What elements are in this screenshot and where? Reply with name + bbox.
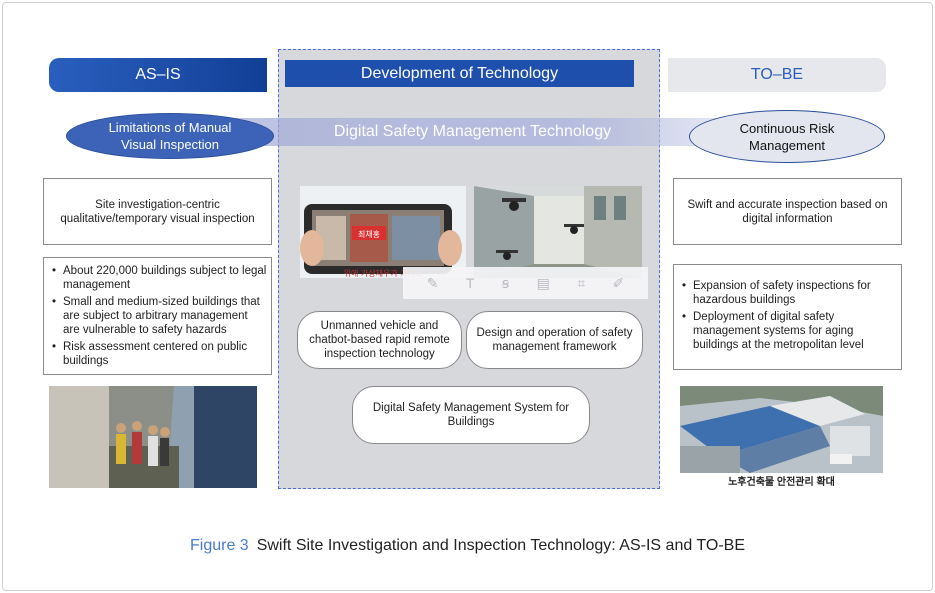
- continuous-risk-line-1: Continuous Risk: [739, 120, 835, 136]
- to-be-bullet-list: Expansion of safety inspections for haza…: [682, 279, 895, 352]
- to-be-header-label: TO–BE: [750, 66, 804, 83]
- as-is-summary-box: Site investigation-centric qualitative/t…: [43, 178, 272, 245]
- limitations-line-2: Visual Inspection: [120, 137, 220, 152]
- to-be-summary-box: Swift and accurate inspection based on d…: [673, 178, 902, 245]
- site-inspection-photo: [49, 386, 257, 488]
- figure-caption: Figure 3 Swift Site Investigation and Ins…: [0, 537, 935, 555]
- remote-inspection-pill: Unmanned vehicle and chatbot-based rapid…: [297, 311, 462, 369]
- as-is-header: AS–IS: [49, 58, 267, 92]
- as-is-bullets-box: About 220,000 buildings subject to legal…: [43, 257, 272, 375]
- development-header: Development of Technology: [285, 60, 634, 87]
- remote-inspection-text: Unmanned vehicle and chatbot-based rapid…: [309, 320, 450, 360]
- aging-buildings-photo: [680, 386, 883, 473]
- limitations-ellipse: Limitations of Manual Visual Inspection: [66, 113, 274, 159]
- to-be-bullets-box: Expansion of safety inspections for haza…: [673, 264, 902, 370]
- list-item: Small and medium-sized buildings that ar…: [52, 295, 267, 337]
- framework-text: Design and operation of safety managemen…: [476, 327, 633, 353]
- management-system-text: Digital Safety Management System for Bui…: [372, 402, 570, 428]
- continuous-risk-ellipse: Continuous Risk Management: [689, 110, 885, 163]
- list-item: Deployment of digital safety management …: [682, 310, 895, 352]
- to-be-header: TO–BE: [668, 58, 886, 92]
- figure-label: Figure 3: [190, 537, 249, 554]
- development-header-label: Development of Technology: [360, 64, 559, 82]
- continuous-risk-line-2: Management: [749, 137, 825, 153]
- as-is-header-label: AS–IS: [135, 66, 181, 83]
- framework-pill: Design and operation of safety managemen…: [466, 311, 643, 369]
- tablet-inspection-photo: 최채홍 위에 가상채우가 가시화: [300, 186, 466, 278]
- management-system-pill: Digital Safety Management System for Bui…: [352, 386, 590, 444]
- strikethrough-icon[interactable]: ꞩ: [502, 275, 509, 292]
- drone-inspection-photo: [474, 186, 642, 278]
- list-item: Risk assessment centered on public build…: [52, 340, 267, 368]
- as-is-bullet-list: About 220,000 buildings subject to legal…: [52, 264, 267, 368]
- pen-icon[interactable]: ✎: [427, 275, 439, 292]
- limitations-line-1: Limitations of Manual: [108, 120, 232, 135]
- list-item: Expansion of safety inspections for haza…: [682, 279, 895, 307]
- crop-icon[interactable]: ⌗: [577, 275, 585, 292]
- text-icon[interactable]: T: [466, 275, 475, 291]
- note-icon[interactable]: ✐: [613, 275, 625, 292]
- image-icon[interactable]: ▤: [537, 275, 550, 292]
- band-title: Digital Safety Management Technology: [333, 123, 612, 140]
- image-toolbar: ✎ T ꞩ ▤ ⌗ ✐: [403, 267, 648, 299]
- figure-title: Swift Site Investigation and Inspection …: [256, 537, 745, 554]
- to-be-summary: Swift and accurate inspection based on d…: [687, 198, 888, 225]
- as-is-summary: Site investigation-centric qualitative/t…: [60, 198, 255, 225]
- photo-caption: 노후건축물 안전관리 확대: [728, 477, 835, 488]
- tablet-overlay-text: 최채홍: [358, 229, 380, 239]
- list-item: About 220,000 buildings subject to legal…: [52, 264, 267, 292]
